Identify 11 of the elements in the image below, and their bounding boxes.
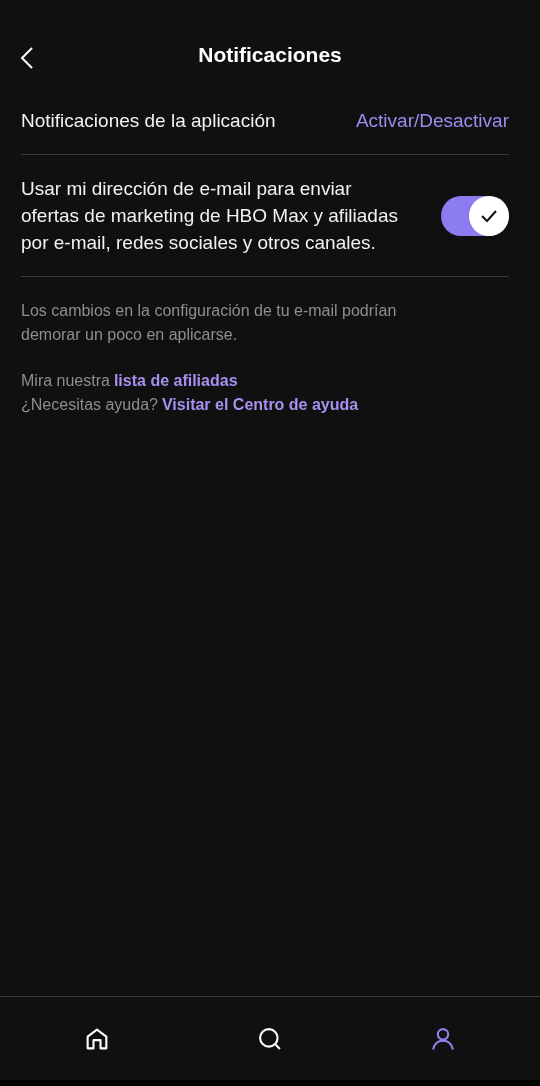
setting-label: Notificaciones de la aplicación xyxy=(21,110,276,132)
marketing-toggle[interactable] xyxy=(441,195,509,236)
link-prefix: Mira nuestra xyxy=(21,371,110,391)
link-prefix: ¿Necesitas ayuda? xyxy=(21,395,158,415)
marketing-consent-text: Usar mi dirección de e-mail para enviar ofertas de marketing de HBO Max y afiliadas por e-mail, redes sociales y otros canales. xyxy=(21,177,399,255)
toggle-link[interactable]: Activar/Desactivar xyxy=(355,110,509,132)
info-note: Los cambios en la configuración de tu e-mail podrían demorar un poco en aplicarse. xyxy=(21,301,398,345)
page-title: Notificaciones xyxy=(198,43,342,67)
back-icon xyxy=(18,45,36,71)
text-link[interactable]: Visitar el Centro de ayuda xyxy=(161,393,359,417)
text-link[interactable]: lista de afiliadas xyxy=(113,369,238,393)
